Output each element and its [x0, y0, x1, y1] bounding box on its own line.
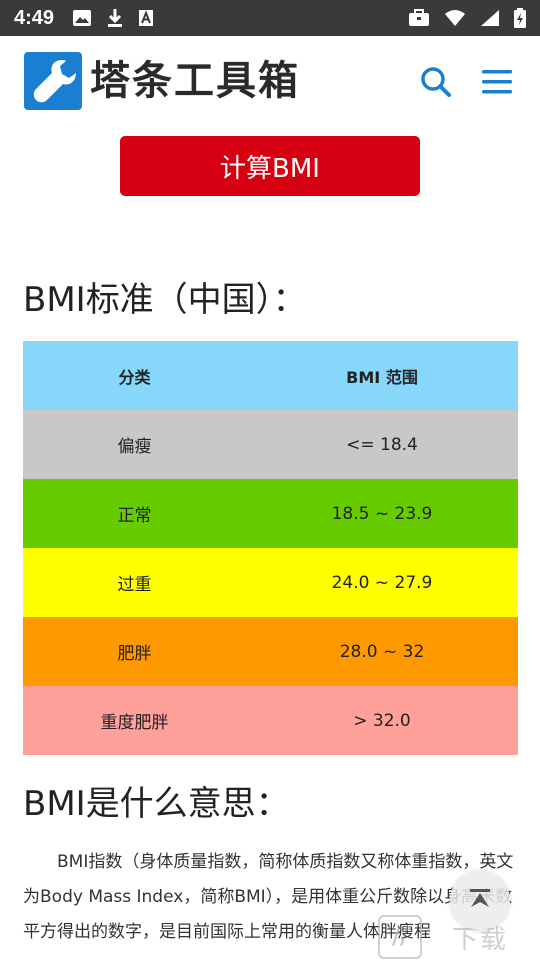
row-range: > 32.0 — [353, 710, 411, 731]
arrow-up-icon — [470, 889, 490, 907]
logo-text: 塔条工具箱 — [90, 58, 300, 104]
row-range: 18.5 ~ 23.9 — [331, 503, 433, 524]
row-category: 肥胖 — [117, 644, 152, 664]
calculate-bmi-button[interactable]: 计算BMI — [120, 136, 420, 196]
status-time: 4:49 — [14, 6, 55, 29]
row-category: 过重 — [117, 575, 152, 595]
row-category: 重度肥胖 — [100, 713, 169, 733]
row-range: 24.0 ~ 27.9 — [331, 572, 433, 593]
status-bar: 4:49 — [0, 0, 540, 36]
site-logo[interactable]: 塔条工具箱 — [24, 52, 300, 110]
table-row: 重度肥胖 > 32.0 — [23, 686, 518, 755]
site-header: 塔条工具箱 — [0, 36, 540, 126]
table-row: 正常 18.5 ~ 23.9 — [23, 479, 518, 548]
table-header-category: 分类 — [118, 367, 151, 387]
table-row: 偏瘦 <= 18.4 — [23, 410, 518, 479]
font-icon — [138, 9, 154, 27]
row-category: 正常 — [117, 506, 152, 526]
back-to-top-button[interactable] — [450, 870, 510, 930]
bmi-standard-title: BMI标准（中国）： — [23, 280, 307, 320]
image-icon — [72, 9, 92, 27]
table-row: 过重 24.0 ~ 27.9 — [23, 548, 518, 617]
wrench-logo-icon — [24, 52, 82, 110]
wifi-icon — [444, 9, 466, 27]
table-row: 肥胖 28.0 ~ 32 — [23, 617, 518, 686]
table-header-row: 分类 BMI 范围 — [23, 341, 518, 410]
briefcase-icon — [408, 9, 430, 27]
watermark-logo-icon: // — [378, 915, 422, 959]
download-icon — [106, 8, 124, 28]
battery-icon — [514, 8, 526, 28]
row-range: 28.0 ~ 32 — [339, 641, 425, 662]
menu-icon[interactable] — [482, 68, 512, 96]
table-header-range: BMI 范围 — [346, 367, 418, 387]
bmi-standard-table: 分类 BMI 范围 偏瘦 <= 18.4 正常 18.5 ~ 23.9 过重 2… — [23, 341, 518, 755]
row-category: 偏瘦 — [117, 437, 152, 457]
bmi-meaning-title: BMI是什么意思： — [23, 784, 290, 824]
search-icon[interactable] — [420, 66, 452, 98]
signal-icon — [480, 9, 500, 27]
row-range: <= 18.4 — [346, 434, 418, 455]
